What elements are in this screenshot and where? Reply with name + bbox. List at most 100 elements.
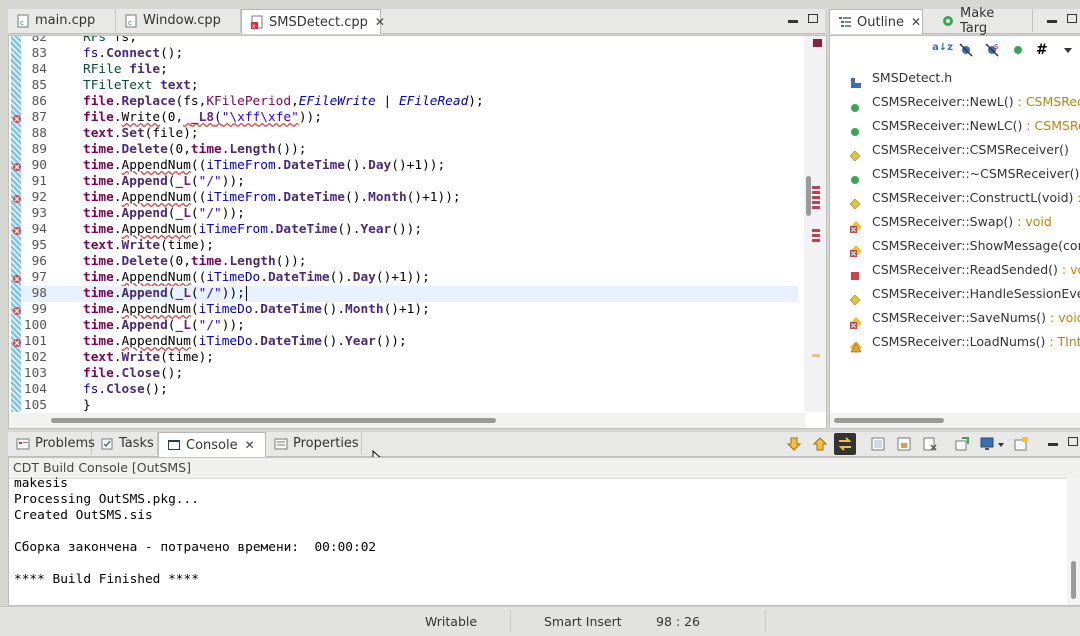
overview-mark[interactable] xyxy=(812,206,820,209)
console-vertical-scrollbar[interactable] xyxy=(1067,478,1080,605)
overview-mark[interactable] xyxy=(812,201,820,204)
minimize-icon[interactable] xyxy=(788,20,798,23)
code-line[interactable]: 95 text.Write(time); xyxy=(21,238,798,254)
editor-horizontal-scrollbar[interactable] xyxy=(9,413,805,428)
outline-item[interactable]: CSMSReceiver::ShowMessage(cons xyxy=(830,234,1080,258)
code-line[interactable]: 96 time.Delete(0,time.Length()); xyxy=(21,254,798,270)
code-line[interactable]: 91 time.Append(_L("/")); xyxy=(21,174,798,190)
console-output[interactable]: makesis Processing OutSMS.pkg... Created O… xyxy=(9,476,1059,588)
scroll-thumb[interactable] xyxy=(51,418,496,423)
error-overview-marker[interactable] xyxy=(813,39,822,47)
code-line[interactable]: 94 time.AppendNum(iTimeFrom.DateTime().Ye… xyxy=(13,222,798,238)
outline-item-type: : CSMSReceiv xyxy=(1017,94,1080,109)
outline-item[interactable]: CSMSReceiver::~CSMSReceiver() xyxy=(830,162,1080,186)
line-number: 84 xyxy=(31,62,47,77)
overview-mark[interactable] xyxy=(812,191,820,194)
maximize-icon[interactable] xyxy=(1068,437,1078,446)
error-method-icon xyxy=(850,313,862,329)
open-console-icon[interactable] xyxy=(1013,436,1029,452)
group-includes-icon[interactable]: # xyxy=(1036,42,1052,58)
tab-properties[interactable]: Properties xyxy=(266,432,362,455)
tab-tasks[interactable]: Tasks xyxy=(92,432,158,455)
code-text: text.Write(time); xyxy=(83,238,215,253)
scroll-lock-icon[interactable] xyxy=(896,436,912,452)
overview-mark[interactable] xyxy=(812,234,820,237)
code-line[interactable]: 85 TFileText text; xyxy=(21,78,798,94)
outline-horizontal-scrollbar[interactable] xyxy=(830,413,1080,428)
maximize-icon[interactable] xyxy=(1067,14,1077,23)
tab-smsdetect-cpp[interactable]: x SMSDetect.cpp ✕ xyxy=(241,9,385,34)
code-line[interactable]: 88 text.Set(file); xyxy=(21,126,798,142)
overview-mark[interactable] xyxy=(812,186,820,189)
text-cursor xyxy=(245,286,247,301)
outline-item[interactable]: CSMSReceiver::ConstructL(void) : vo xyxy=(830,186,1080,210)
code-line[interactable]: 83 fs.Connect(); xyxy=(21,46,798,62)
sort-az-icon[interactable]: a↓z xyxy=(932,42,953,58)
remove-launch-icon[interactable] xyxy=(922,436,938,452)
next-page-icon[interactable] xyxy=(786,436,802,452)
maximize-icon[interactable] xyxy=(808,14,818,23)
close-tab-icon[interactable]: ✕ xyxy=(911,15,921,29)
overview-mark[interactable] xyxy=(812,239,820,242)
code-line[interactable]: 101 time.AppendNum(iTimeDo.DateTime().Yea… xyxy=(13,334,798,350)
previous-page-icon[interactable] xyxy=(812,436,828,452)
code-line[interactable]: 104 fs.Close(); xyxy=(21,382,798,398)
minimize-icon[interactable] xyxy=(1047,20,1057,23)
code-line[interactable]: 100 time.Append(_L("/")); xyxy=(21,318,798,334)
scroll-thumb[interactable] xyxy=(834,418,944,423)
outline-item[interactable]: SMSDetect.h xyxy=(830,66,1080,90)
hide-static-icon[interactable]: S xyxy=(984,42,1000,58)
overview-mark[interactable] xyxy=(812,196,820,199)
code-text: time.Append(_L("/")); xyxy=(83,286,247,301)
tab-console[interactable]: Console ✕ xyxy=(158,432,266,457)
minimize-icon[interactable] xyxy=(1048,443,1058,446)
hide-fields-icon[interactable] xyxy=(958,42,974,58)
overview-mark[interactable] xyxy=(812,354,820,357)
outline-item[interactable]: CSMSReceiver::SaveNums() : void xyxy=(830,306,1080,330)
tab-window-cpp[interactable]: c Window.cpp xyxy=(116,9,241,32)
scroll-thumb[interactable] xyxy=(1071,561,1076,599)
code-line[interactable]: 90 time.AppendNum((iTimeFrom.DateTime().D… xyxy=(13,158,798,174)
scroll-thumb[interactable] xyxy=(806,176,811,216)
pin-console-icon[interactable] xyxy=(954,436,970,452)
tab-make-targets[interactable]: Make Targ xyxy=(933,6,1033,36)
code-line[interactable]: 105} xyxy=(21,398,798,414)
console-line: **** Build Finished **** xyxy=(14,572,199,587)
code-line[interactable]: 84 RFile file; xyxy=(21,62,798,78)
editor-vertical-scrollbar[interactable] xyxy=(804,36,826,412)
close-tab-icon[interactable]: ✕ xyxy=(375,15,385,29)
outline-item[interactable]: CSMSReceiver::NewLC() : CSMSRece xyxy=(830,114,1080,138)
link-with-editor-icon[interactable] xyxy=(834,433,856,455)
tab-problems[interactable]: Problems xyxy=(8,432,95,455)
code-line[interactable]: 92 time.AppendNum((iTimeFrom.DateTime().M… xyxy=(13,190,798,206)
outline-item[interactable]: CSMSReceiver::HandleSessionEvent xyxy=(830,282,1080,306)
code-editor[interactable]: 82 RFs fs; 83 fs.Connect(); 84 RFile file; 85 T… xyxy=(8,35,827,429)
view-menu-icon[interactable] xyxy=(1062,42,1078,58)
code-line[interactable]: 89 time.Delete(0,time.Length()); xyxy=(21,142,798,158)
hide-nonpublic-icon[interactable] xyxy=(1010,42,1026,58)
cpp-error-file-icon: x xyxy=(250,15,264,30)
outline-item[interactable]: CSMSReceiver::LoadNums() : TInt xyxy=(830,330,1080,354)
outline-item-type: : void xyxy=(1050,310,1080,325)
code-line[interactable]: 82 RFs fs; xyxy=(21,36,798,46)
code-line[interactable]: 86 file.Replace(fs,KFilePeriod,EFileWrite… xyxy=(21,94,798,110)
close-tab-icon[interactable]: ✕ xyxy=(245,438,255,452)
code-line[interactable]: 102 text.Write(time); xyxy=(21,350,798,366)
code-line[interactable]: 93 time.Append(_L("/")); xyxy=(21,206,798,222)
tab-outline[interactable]: Outline ✕ xyxy=(829,9,923,34)
outline-item[interactable]: CSMSReceiver::NewL() : CSMSReceiv xyxy=(830,90,1080,114)
outline-item[interactable]: CSMSReceiver::CSMSReceiver() xyxy=(830,138,1080,162)
code-line[interactable]: 87 file.Write(0, _L8("\xff\xfe")); xyxy=(13,110,798,126)
tab-label: Tasks xyxy=(119,436,154,451)
code-line[interactable]: 97 time.AppendNum((iTimeDo.DateTime().Day… xyxy=(13,270,798,286)
clear-console-icon[interactable] xyxy=(870,436,886,452)
tab-main-cpp[interactable]: c main.cpp xyxy=(8,9,116,32)
dropdown-arrow-icon[interactable] xyxy=(997,436,1005,452)
overview-mark[interactable] xyxy=(812,229,820,232)
outline-item[interactable]: CSMSReceiver::Swap() : void xyxy=(830,210,1080,234)
code-line[interactable]: 103 file.Close(); xyxy=(21,366,798,382)
display-console-icon[interactable] xyxy=(980,436,996,452)
code-line[interactable]: 99 time.AppendNum(iTimeDo.DateTime().Mont… xyxy=(13,302,798,318)
code-line[interactable]: 98 time.Append(_L("/")); xyxy=(21,286,798,302)
outline-item[interactable]: CSMSReceiver::ReadSended() : void xyxy=(830,258,1080,282)
